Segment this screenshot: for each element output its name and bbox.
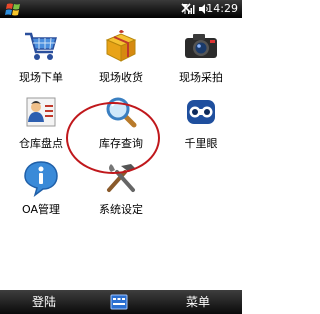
app-label: OA管理 <box>22 203 60 216</box>
app-remote-monitor[interactable]: 千里眼 <box>163 92 239 151</box>
camera-icon <box>185 34 217 58</box>
app-label: 仓库盘点 <box>19 137 63 150</box>
app-onsite-photo[interactable]: 现场采拍 <box>163 26 239 85</box>
app-system-settings[interactable]: 系统设定 <box>83 158 159 217</box>
clock: 14:29 <box>206 2 238 15</box>
keyboard-icon[interactable] <box>110 294 128 310</box>
status-bar: 14:29 <box>0 0 242 18</box>
contact-card-icon <box>26 97 56 127</box>
app-onsite-receiving[interactable]: 现场收货 <box>83 26 159 85</box>
app-label: 现场下单 <box>19 71 63 84</box>
info-bubble-icon <box>24 161 58 197</box>
signal-icon <box>182 4 195 14</box>
gift-box-icon <box>105 30 137 62</box>
app-label: 现场采拍 <box>179 71 223 84</box>
app-label: 库存查询 <box>99 137 143 150</box>
shopping-cart-icon <box>25 32 57 60</box>
app-grid: 现场下单 现场收货 现场采拍 仓库盘点 库存查询 千里眼 OA管理 系统设定 <box>0 18 242 290</box>
app-label: 千里眼 <box>184 137 218 150</box>
app-oa-management[interactable]: OA管理 <box>3 158 79 217</box>
windows-start-icon[interactable] <box>3 2 25 16</box>
binoculars-icon <box>187 100 215 124</box>
menu-softkey[interactable]: 菜单 <box>186 290 210 314</box>
app-warehouse-inventory[interactable]: 仓库盘点 <box>3 92 79 151</box>
tools-icon <box>107 164 135 192</box>
app-inventory-query[interactable]: 库存查询 <box>83 92 159 151</box>
app-label: 系统设定 <box>99 203 143 216</box>
app-onsite-order[interactable]: 现场下单 <box>3 26 79 85</box>
magnifier-icon <box>106 97 137 128</box>
login-softkey[interactable]: 登陆 <box>32 290 56 314</box>
softkey-bar: 登陆 菜单 <box>0 290 242 314</box>
app-label: 现场收货 <box>99 71 143 84</box>
